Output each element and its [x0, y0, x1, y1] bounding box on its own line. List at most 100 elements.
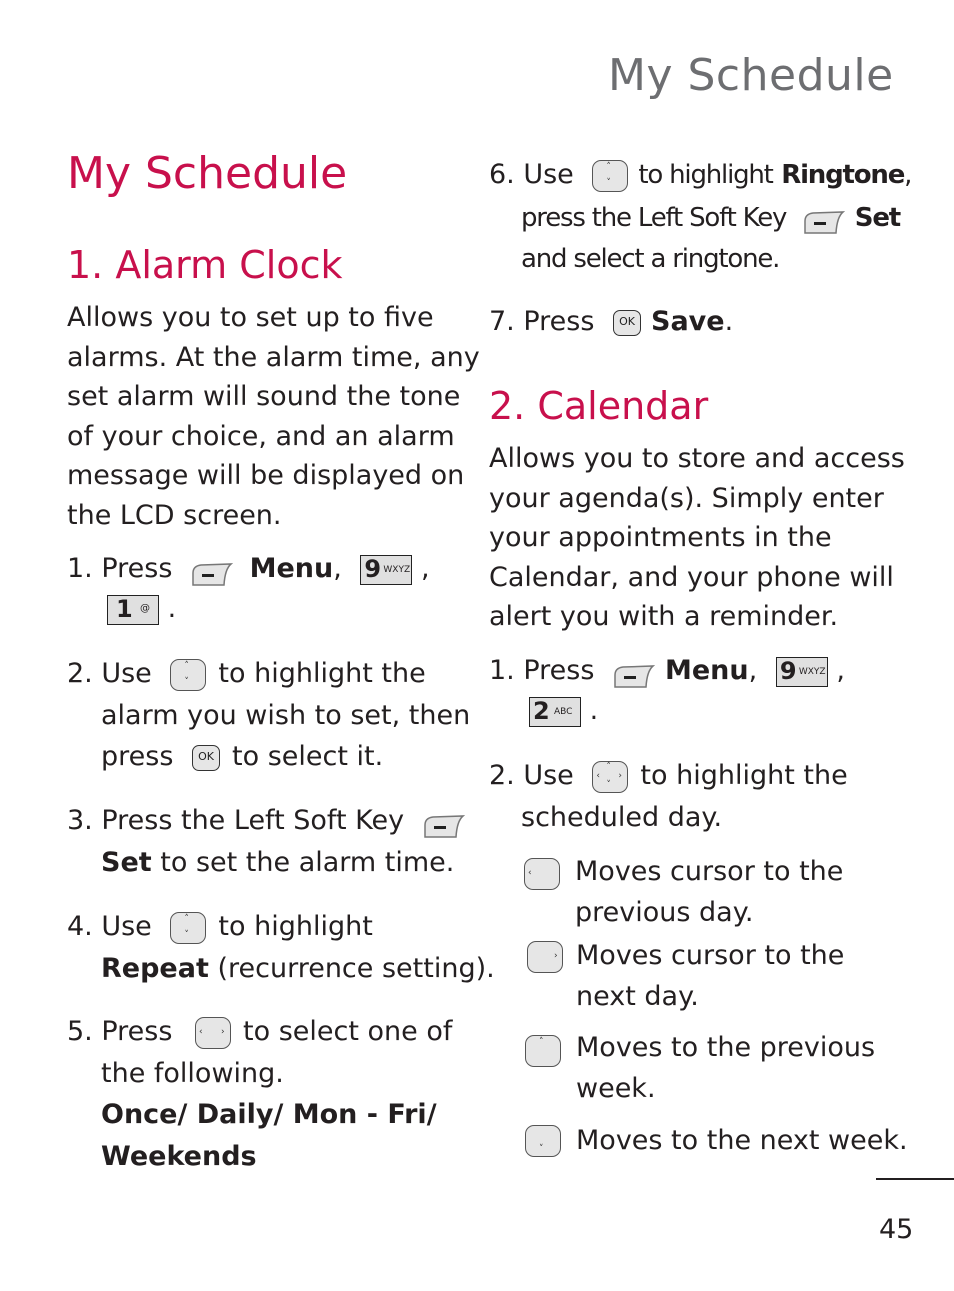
legend-text: Moves to the next week. [576, 1125, 908, 1156]
nav-up-down-icon: ˄ ˅ [592, 159, 629, 192]
intro-line: of your choice, and an alarm [67, 420, 455, 452]
section-heading-alarm-clock: 1. Alarm Clock [67, 243, 343, 287]
step-text: the following. [101, 1057, 284, 1089]
repeat-options: Once/ Daily/ Mon - Fri/ [101, 1099, 437, 1130]
step-text: press the Left Soft Key [521, 202, 787, 233]
step-text: to set the alarm time. [160, 846, 455, 878]
legend-text: Moves cursor to the [575, 856, 844, 887]
ok-key-icon: OK [613, 309, 641, 336]
left-soft-key-icon [803, 206, 845, 234]
step-text: to highlight the [640, 760, 848, 791]
step-text: 2. Use [489, 760, 574, 791]
set-label: Set [854, 202, 901, 233]
step-text: 7. Press [489, 306, 595, 337]
alarm-step-3: 3. Press the Left Soft Key Set to set th… [67, 800, 465, 883]
intro-line: Allows you to store and access [489, 443, 905, 474]
key-9-icon: 9 WXYZ [360, 554, 413, 585]
section-heading-calendar: 2. Calendar [489, 384, 709, 428]
step-text: to highlight [638, 160, 773, 190]
calendar-step-2: 2. Use ˄ ‹ › ˅ to highlight the scheduled da… [489, 755, 848, 838]
key-1-icon: 1 @ [107, 594, 159, 625]
alarm-step-7: 7. Press OK Save. [489, 301, 733, 343]
punct: . [589, 695, 599, 726]
page-title: My Schedule [67, 148, 348, 199]
punct: . [167, 593, 177, 624]
step-text: to select it. [232, 741, 384, 772]
alarm-step-4: 4. Use ˄ ˅ to highlight Repeat (recurrence… [67, 906, 495, 989]
nav-down-icon: ˅ [525, 1125, 561, 1157]
alarm-step-6: 6. Use ˄ ˅ to highlight Ringtone, press th… [489, 154, 912, 281]
step-text: press [101, 741, 174, 772]
set-label: Set [101, 846, 152, 878]
nav-left-right-icon: ‹ › [195, 1016, 231, 1049]
key-9-icon: 9 WXYZ [775, 656, 828, 687]
key-letters: ABC [554, 706, 573, 717]
step-text: (recurrence setting). [217, 952, 495, 984]
step-text: alarm you wish to set, then [101, 699, 471, 731]
punct: , [748, 655, 758, 686]
intro-line: set alarm will sound the tone [67, 381, 461, 413]
alarm-intro: Allows you to set up to five alarms. At … [67, 298, 480, 536]
nav-legend-item: ‹ Moves cursor to the previous day. [524, 851, 843, 933]
left-soft-key-icon [423, 810, 465, 838]
legend-text: previous day. [575, 897, 754, 928]
step-text: 2. Use [67, 658, 152, 689]
calendar-intro: Allows you to store and access your agen… [489, 439, 905, 637]
running-head: My Schedule [608, 50, 894, 101]
repeat-options: Weekends [101, 1140, 257, 1172]
intro-line: your appointments in the [489, 522, 832, 554]
footer-rule [876, 1178, 954, 1180]
legend-text: week. [576, 1073, 656, 1104]
voicemail-icon: @ [140, 602, 150, 614]
key-2-icon: 2 ABC [529, 696, 581, 727]
intro-line: alert you with a reminder. [489, 601, 839, 633]
menu-label: Menu [249, 553, 334, 584]
key-digit: 2 [533, 696, 550, 725]
step-text: and select a ringtone. [521, 244, 780, 274]
key-digit: 9 [364, 554, 382, 583]
step-text: 4. Use [67, 911, 152, 942]
key-digit: 9 [779, 656, 797, 685]
nav-legend-item: ˅ Moves to the next week. [525, 1120, 908, 1161]
legend-text: Moves to the previous [576, 1032, 876, 1063]
step-text: 6. Use [489, 159, 574, 190]
legend-text: next day. [576, 981, 699, 1012]
intro-line: message will be displayed on [67, 460, 465, 492]
ok-key-icon: OK [192, 744, 220, 771]
intro-line: the LCD screen. [67, 499, 282, 531]
punct: , [836, 655, 845, 686]
left-soft-key-icon [191, 558, 234, 586]
step-text: 1. Press [489, 655, 595, 686]
step-text: to highlight the [218, 658, 426, 689]
calendar-step-1-cont: 2 ABC . [529, 690, 598, 732]
save-label: Save [651, 306, 725, 337]
ringtone-label: Ringtone [781, 160, 905, 190]
punct: . [724, 306, 734, 337]
intro-line: alarms. At the alarm time, any [67, 341, 480, 373]
intro-line: Allows you to set up to five [67, 302, 434, 333]
key-letters: WXYZ [798, 666, 826, 677]
step-text: 5. Press [67, 1016, 173, 1047]
step-text: to highlight [218, 911, 373, 942]
step-text: 3. Press the Left Soft Key [67, 805, 405, 836]
intro-line: Calendar, and your phone will [489, 561, 894, 593]
step-text: to select one of [243, 1016, 453, 1047]
nav-left-icon: ‹ [524, 858, 560, 890]
nav-up-down-icon: ˄ ˅ [170, 658, 207, 691]
nav-legend-item: › Moves cursor to the next day. [527, 935, 844, 1017]
nav-legend-item: ˄ Moves to the previous week. [525, 1027, 875, 1109]
nav-up-icon: ˄ [525, 1035, 561, 1067]
left-soft-key-icon [613, 660, 656, 688]
step-text: 1. Press [67, 553, 173, 584]
alarm-step-5: 5. Press ‹ › to select one of the followin… [67, 1011, 452, 1177]
alarm-step-1: 1. Press Menu, 9 WXYZ , [67, 548, 430, 590]
punct: , [421, 553, 430, 584]
nav-four-way-icon: ˄ ‹ › ˅ [592, 760, 629, 793]
punct: , [333, 553, 342, 584]
menu-label: Menu [665, 655, 749, 686]
alarm-step-2: 2. Use ˄ ˅ to highlight the alarm you wish… [67, 653, 470, 778]
legend-text: Moves cursor to the [576, 940, 845, 971]
key-letters: WXYZ [383, 564, 411, 575]
punct: , [904, 160, 912, 190]
intro-line: your agenda(s). Simply enter [489, 482, 884, 514]
